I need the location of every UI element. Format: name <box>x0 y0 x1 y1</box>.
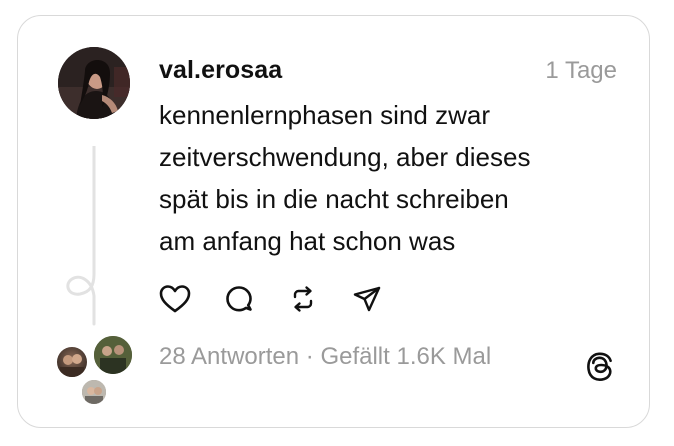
comment-bubble-icon <box>226 286 252 312</box>
post-text-line: am anfang hat schon was <box>159 226 456 256</box>
post-text-line: spät bis in die nacht schreiben <box>159 184 509 214</box>
reply-avatar[interactable] <box>55 345 89 379</box>
reply-avatar-photo <box>94 336 132 374</box>
action-bar <box>158 282 414 316</box>
reply-button[interactable] <box>222 282 256 316</box>
post-text-line: zeitverschwendung, aber dieses <box>159 142 531 172</box>
share-button[interactable] <box>350 282 384 316</box>
reply-avatar[interactable] <box>80 378 108 406</box>
author-avatar[interactable] <box>58 47 130 119</box>
post-text-line: kennenlernphasen sind zwar <box>159 100 490 130</box>
heart-icon <box>159 285 191 313</box>
send-icon <box>353 286 381 312</box>
reply-avatar-photo <box>82 380 106 404</box>
reply-avatar-photo <box>60 354 84 377</box>
post-text: kennenlernphasen sind zwar zeitverschwen… <box>159 94 619 262</box>
post-timestamp[interactable]: 1 Tage <box>545 57 617 85</box>
author-username[interactable]: val.erosaa <box>159 56 282 85</box>
replies-count-link[interactable]: 28 Antworten <box>159 343 299 370</box>
repost-icon <box>293 286 313 312</box>
avatar-photo <box>58 47 130 119</box>
stats-separator: · <box>299 343 321 370</box>
post-stats: 28 Antworten · Gefällt 1.6K Mal <box>159 343 491 371</box>
reply-avatar[interactable] <box>92 334 134 376</box>
thread-connector <box>66 146 96 326</box>
repost-button[interactable] <box>286 282 320 316</box>
threads-logo-icon[interactable] <box>585 350 615 382</box>
likes-count-link[interactable]: Gefällt 1.6K Mal <box>320 343 491 370</box>
like-button[interactable] <box>158 282 192 316</box>
